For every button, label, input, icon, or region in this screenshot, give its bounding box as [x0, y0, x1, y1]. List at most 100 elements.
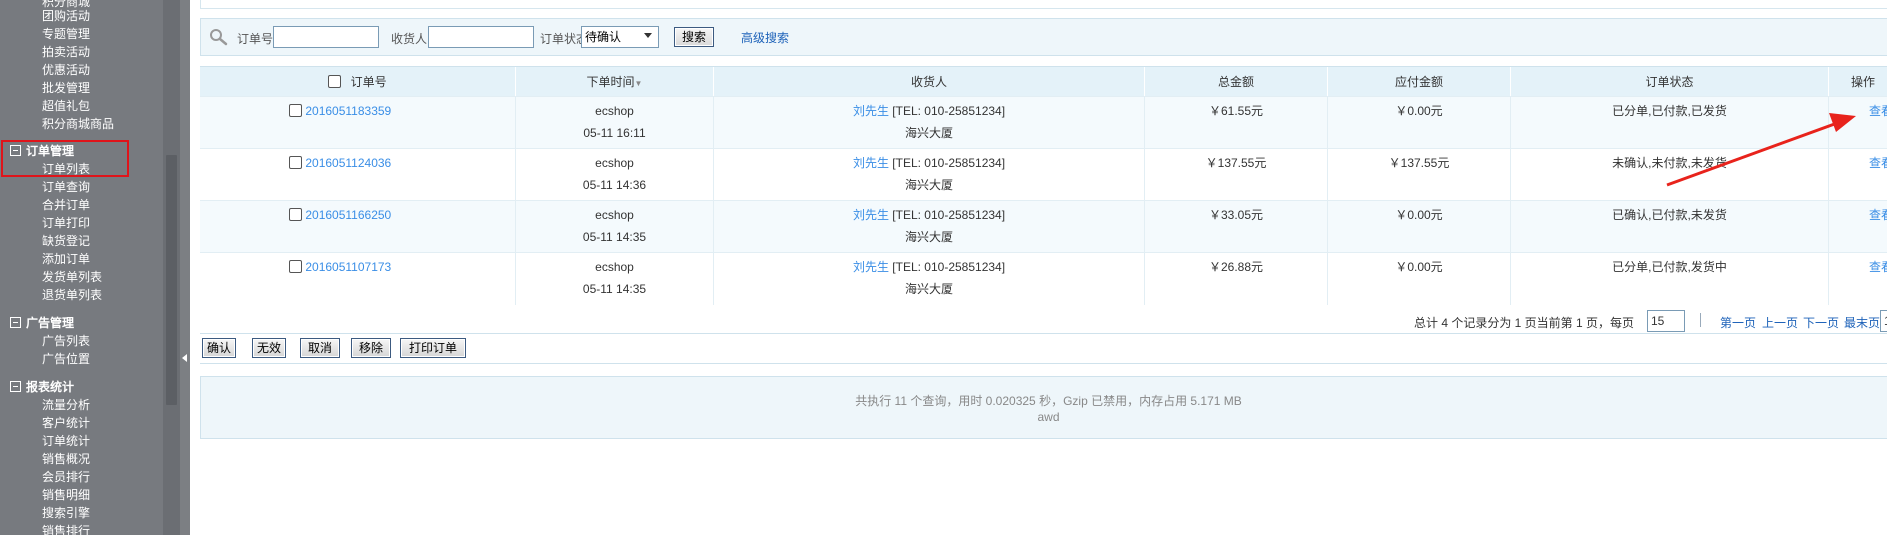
sidebar-item-topics[interactable]: 专题管理 — [42, 25, 90, 43]
sidebar-item-return-list[interactable]: 退货单列表 — [42, 286, 102, 304]
row-checkbox[interactable] — [289, 260, 302, 273]
consignee-tel: [TEL: 010-25851234] — [892, 260, 1006, 274]
prev-page-link[interactable]: 上一页 — [1762, 314, 1798, 331]
sidebar-toggle[interactable] — [180, 0, 190, 535]
cell-order-sn: 2016051107173 — [200, 253, 516, 305]
column-payable: 应付金额 — [1328, 67, 1511, 97]
sidebar-item-points-goods[interactable]: 积分商城商品 — [42, 115, 114, 133]
table-row: 2016051183359 ecshop 05-11 16:11 刘先生 [TEL: … — [200, 96, 1887, 149]
sidebar-item-sales-ranking[interactable]: 销售排行 — [42, 522, 90, 535]
sidebar-item-value-packs[interactable]: 超值礼包 — [42, 97, 90, 115]
sidebar-item-promotions[interactable]: 优惠活动 — [42, 61, 90, 79]
sidebar-item-group-buy[interactable]: 团购活动 — [42, 7, 90, 25]
column-consignee: 收货人 — [714, 67, 1145, 97]
view-order-link[interactable]: 查看 — [1869, 104, 1887, 118]
order-sn-input[interactable] — [273, 26, 379, 48]
total-amount: ￥26.88元 — [1208, 260, 1264, 274]
sidebar-group-ads[interactable]: 广告管理 — [10, 314, 74, 332]
header-label: 下单时间 — [586, 75, 635, 89]
pagination: 总计 4 个记录分为 1 页当前第 1 页，每页 15 第一页 上一页 下一页 … — [200, 306, 1887, 334]
consignee-link[interactable]: 刘先生 — [853, 260, 889, 274]
column-order-time[interactable]: 下单时间▼ — [516, 67, 714, 97]
sidebar-item-traffic[interactable]: 流量分析 — [42, 396, 90, 414]
header-label: 订单号 — [350, 75, 387, 89]
top-panel — [200, 0, 1887, 9]
sidebar-item-auction[interactable]: 拍卖活动 — [42, 43, 90, 61]
view-order-link[interactable]: 查看 — [1869, 156, 1887, 170]
order-sn-link[interactable]: 2016051124036 — [305, 156, 391, 170]
search-button[interactable]: 搜索 — [674, 27, 714, 47]
consignee-link[interactable]: 刘先生 — [853, 208, 889, 222]
order-time: 05-11 16:11 — [583, 126, 646, 140]
search-bar: 订单号 收货人 订单状态 待确认 搜索 高级搜索 — [200, 18, 1887, 56]
order-sn-link[interactable]: 2016051183359 — [305, 104, 391, 118]
first-page-link[interactable]: 第一页 — [1720, 314, 1756, 331]
column-status: 订单状态 — [1511, 67, 1829, 97]
order-status-value: 待确认 — [585, 30, 622, 44]
order-sn-link[interactable]: 2016051107173 — [305, 260, 391, 274]
cell-order-time: ecshop 05-11 16:11 — [516, 97, 714, 149]
divider — [200, 363, 1887, 364]
sidebar-item-merge-orders[interactable]: 合并订单 — [42, 196, 90, 214]
sidebar-item-customer-stats[interactable]: 客户统计 — [42, 414, 90, 432]
consignee-link[interactable]: 刘先生 — [853, 104, 889, 118]
sidebar-item-add-order[interactable]: 添加订单 — [42, 250, 90, 268]
order-status: 已分单,已付款,已发货 — [1612, 104, 1727, 118]
row-checkbox[interactable] — [289, 208, 302, 221]
sidebar-item-shipping-list[interactable]: 发货单列表 — [42, 268, 102, 286]
sidebar-item-order-stats[interactable]: 订单统计 — [42, 432, 90, 450]
invalid-button[interactable]: 无效 — [252, 338, 286, 358]
payable-amount: ￥0.00元 — [1395, 208, 1443, 222]
sidebar-item-sales-detail[interactable]: 销售明细 — [42, 486, 90, 504]
main-content: 订单号 收货人 订单状态 待确认 搜索 高级搜索 订单号 下单时间▼ 收货人 总… — [190, 0, 1887, 535]
order-sn-link[interactable]: 2016051166250 — [305, 208, 391, 222]
sidebar-item-out-of-stock[interactable]: 缺货登记 — [42, 232, 90, 250]
consignee-input[interactable] — [428, 26, 534, 48]
last-page-link[interactable]: 最末页 — [1844, 314, 1880, 331]
page-size-input[interactable]: 15 — [1647, 310, 1685, 332]
order-status: 已分单,已付款,发货中 — [1612, 260, 1727, 274]
table-row: 2016051166250 ecshop 05-11 14:35 刘先生 [TEL: … — [200, 200, 1887, 253]
sidebar-item-search-engine[interactable]: 搜索引擎 — [42, 504, 90, 522]
cell-total: ￥33.05元 — [1145, 201, 1328, 253]
sidebar-item-order-query[interactable]: 订单查询 — [42, 178, 90, 196]
view-order-link[interactable]: 查看 — [1869, 208, 1887, 222]
sort-icon: ▼ — [634, 79, 643, 88]
sidebar-item-wholesale[interactable]: 批发管理 — [42, 79, 90, 97]
row-checkbox[interactable] — [289, 104, 302, 117]
cell-order-sn: 2016051166250 — [200, 201, 516, 253]
cell-actions: 查看 — [1829, 201, 1887, 253]
sidebar-item-ad-list[interactable]: 广告列表 — [42, 332, 90, 350]
next-page-link[interactable]: 下一页 — [1803, 314, 1839, 331]
sidebar-item-member-ranking[interactable]: 会员排行 — [42, 468, 90, 486]
sidebar-item-print-orders[interactable]: 订单打印 — [42, 214, 90, 232]
cancel-button[interactable]: 取消 — [300, 338, 340, 358]
cell-status: 已分单,已付款,已发货 — [1511, 97, 1829, 149]
order-time: 05-11 14:35 — [582, 230, 647, 244]
consignee-tel: [TEL: 010-25851234] — [892, 208, 1006, 222]
consignee-address: 海兴大厦 — [904, 178, 953, 192]
sidebar-item-ad-positions[interactable]: 广告位置 — [42, 350, 90, 368]
cell-consignee: 刘先生 [TEL: 010-25851234] 海兴大厦 — [714, 253, 1145, 305]
sidebar-group-reports[interactable]: 报表统计 — [10, 378, 74, 396]
select-all-checkbox[interactable] — [328, 75, 342, 88]
sidebar-item-sales-overview[interactable]: 销售概况 — [42, 450, 90, 468]
order-time: 05-11 14:35 — [582, 282, 647, 296]
remove-button[interactable]: 移除 — [351, 338, 391, 358]
consignee-address: 海兴大厦 — [904, 230, 953, 244]
sidebar-scrollbar-thumb[interactable] — [166, 155, 177, 405]
table-row: 2016051107173 ecshop 05-11 14:35 刘先生 [TEL: … — [200, 252, 1887, 305]
row-checkbox[interactable] — [289, 156, 302, 169]
page-number-select[interactable]: 1 — [1880, 310, 1887, 332]
confirm-button[interactable]: 确认 — [202, 338, 236, 358]
total-amount: ￥137.55元 — [1205, 156, 1267, 170]
print-orders-button[interactable]: 打印订单 — [400, 338, 466, 358]
advanced-search-link[interactable]: 高级搜索 — [741, 29, 789, 46]
consignee-link[interactable]: 刘先生 — [853, 156, 889, 170]
cell-total: ￥26.88元 — [1145, 253, 1328, 305]
cell-payable: ￥0.00元 — [1328, 253, 1511, 305]
view-order-link[interactable]: 查看 — [1869, 260, 1887, 274]
order-status-select[interactable]: 待确认 — [581, 26, 659, 48]
sidebar-group-label: 报表统计 — [26, 380, 75, 394]
column-order-sn: 订单号 — [200, 67, 516, 97]
